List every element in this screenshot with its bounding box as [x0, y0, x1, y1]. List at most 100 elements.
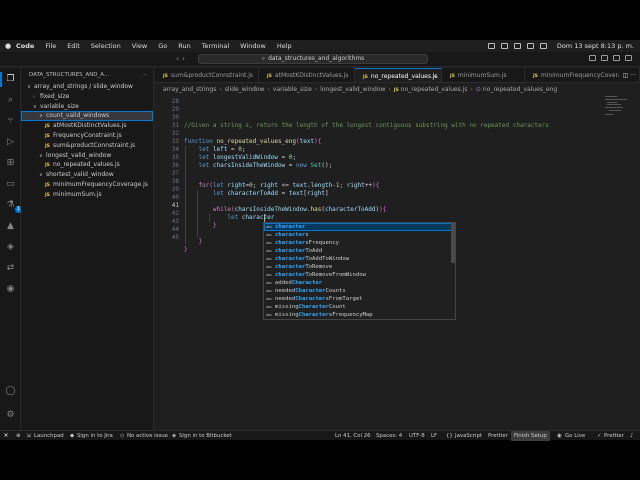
encoding[interactable]: UTF-8: [409, 431, 425, 441]
menu-file[interactable]: File: [45, 42, 56, 50]
bitbucket-icon: ◈: [172, 433, 177, 439]
close-icon[interactable]: ×: [432, 69, 437, 82]
customize-layout-icon[interactable]: [625, 55, 632, 61]
menu-code[interactable]: Code: [16, 42, 34, 50]
breadcrumb-item[interactable]: no_repeated_values_eng: [483, 86, 557, 93]
extensions-icon[interactable]: ⊞: [5, 158, 16, 169]
live-share-icon[interactable]: ⇄: [5, 263, 16, 274]
tab-1[interactable]: JS atMostKDistinctValues.js: [259, 68, 355, 82]
atlassian-icon[interactable]: ▲: [5, 221, 16, 232]
suggestion-item[interactable]: abc characterToRemoveFromWindow: [264, 271, 455, 279]
tree-folder[interactable]: ∨ count_valid_windows: [21, 111, 153, 122]
suggestion-item[interactable]: abc charactersFrequency: [264, 239, 455, 247]
menu-window[interactable]: Window: [240, 42, 266, 50]
launchpad-status[interactable]: Launchpad: [34, 431, 64, 441]
toggle-secondary-sidebar-icon[interactable]: [613, 55, 620, 61]
suggestion-item[interactable]: abc missingCharacterCount: [264, 303, 455, 311]
go-live-button[interactable]: Go Live: [565, 431, 585, 441]
more-actions-icon[interactable]: ···: [142, 68, 147, 82]
suggestion-item[interactable]: abc characterToRemove: [264, 263, 455, 271]
suggestion-item[interactable]: abc characterToAdd: [264, 247, 455, 255]
suggestion-item[interactable]: abc characters: [264, 231, 455, 239]
breadcrumb-item[interactable]: variable_size: [273, 86, 312, 93]
accounts-icon[interactable]: ◯: [5, 386, 16, 397]
tree-file[interactable]: JS atMostKDistinctValues.js: [21, 121, 153, 131]
remote-icon[interactable]: ×: [0, 431, 12, 441]
remote-explorer-icon[interactable]: ▭: [5, 179, 16, 190]
testing-icon[interactable]: ⚗ 1: [5, 200, 22, 213]
prettier-status[interactable]: Prettier: [488, 431, 508, 441]
menu-go[interactable]: Go: [158, 42, 167, 50]
chevron-right-icon: ›: [388, 86, 391, 93]
minimap[interactable]: [603, 95, 633, 135]
suggestion-item[interactable]: abc character: [264, 223, 455, 231]
menu-view[interactable]: View: [132, 42, 147, 50]
tree-file[interactable]: JS sum&productConnstraint.js: [21, 141, 153, 151]
prettier-check[interactable]: Prettier: [604, 431, 624, 441]
tree-folder[interactable]: ∨ variable_size: [21, 102, 153, 112]
tab-2[interactable]: JS no_repeated_values.js ×: [355, 68, 442, 82]
toggle-sidebar-icon[interactable]: [589, 55, 596, 61]
text-cursor: [264, 214, 265, 222]
workspace-name[interactable]: DATA_STRUCTURES_AND_A...: [29, 72, 109, 78]
menubar-clock[interactable]: Dom 13 sept 8:13 p. m.: [557, 42, 634, 50]
breadcrumb-item[interactable]: array_and_strings: [163, 86, 216, 93]
suggestion-item[interactable]: abc characterToAddToWindow: [264, 255, 455, 263]
extension-icon[interactable]: ⊕: [16, 431, 21, 441]
suggestion-item[interactable]: abc neededCharactersFromTarget: [264, 295, 455, 303]
toggle-panel-icon[interactable]: [601, 55, 608, 61]
search-icon[interactable]: [526, 43, 534, 49]
gear-icon[interactable]: ⚙: [5, 410, 16, 421]
suggest-scrollbar[interactable]: [451, 223, 455, 263]
tree-file[interactable]: JS minimumSum.js: [21, 190, 153, 200]
launchpad-icon[interactable]: ⇲: [26, 431, 31, 441]
wifi-icon[interactable]: [513, 43, 521, 49]
bell-icon[interactable]: ♪: [630, 431, 633, 441]
indentation[interactable]: Spaces: 4: [376, 431, 402, 441]
tree-file[interactable]: JS FrequencyConstraint.js: [21, 131, 153, 141]
jira-status[interactable]: Sign in to Jira: [77, 431, 113, 441]
tree-folder[interactable]: ∨ array_and_strings / slide_window: [21, 82, 153, 92]
eol[interactable]: LF: [431, 431, 437, 441]
apple-icon[interactable]: ●: [0, 42, 16, 50]
suggestion-item[interactable]: abc addedCharacter: [264, 279, 455, 287]
menu-selection[interactable]: Selection: [91, 42, 121, 50]
source-control-icon[interactable]: ⑂: [5, 116, 16, 127]
github-icon[interactable]: ◉: [5, 284, 16, 295]
breadcrumb-item[interactable]: slide_window: [225, 86, 265, 93]
tree-folder[interactable]: ∨ shortest_valid_window: [21, 170, 153, 180]
language-mode[interactable]: JavaScript: [455, 431, 482, 441]
menu-help[interactable]: Help: [277, 42, 292, 50]
control-center-icon[interactable]: [539, 43, 547, 49]
run-debug-icon[interactable]: ▷: [5, 137, 16, 148]
menu-run[interactable]: Run: [178, 42, 190, 50]
display-icon[interactable]: [487, 43, 495, 49]
chevron-right-icon: ›: [314, 86, 318, 93]
tree-folder[interactable]: ∨ longest_valid_window: [21, 151, 153, 161]
function-icon: ⊙: [475, 86, 483, 93]
bitbucket-status[interactable]: Sign in to Bitbucket: [179, 431, 232, 441]
issue-status[interactable]: No active issue: [127, 431, 168, 441]
menu-edit[interactable]: Edit: [67, 42, 80, 50]
finish-setup-button[interactable]: Finish Setup: [511, 431, 550, 441]
battery-icon[interactable]: [500, 43, 508, 49]
menu-terminal[interactable]: Terminal: [202, 42, 229, 50]
tab-0[interactable]: JS sum&productConnstraint.js: [155, 68, 259, 82]
js-file-icon: JS: [267, 74, 272, 79]
suggestion-item[interactable]: abc missingCharactersFrequencyMap: [264, 311, 455, 319]
tree-file[interactable]: JS minimumFrequencyCoverage.js: [21, 180, 153, 190]
docker-icon[interactable]: ◈: [5, 242, 16, 253]
tab-3[interactable]: JS minimumSum.js: [442, 68, 525, 82]
split-editor-icon[interactable]: ◫: [623, 72, 629, 79]
more-actions-icon[interactable]: ···: [630, 72, 636, 79]
command-center[interactable]: ⌕ data_structures_and_algorithms: [198, 54, 428, 64]
cursor-position[interactable]: Ln 41, Col 26: [335, 431, 371, 441]
suggestion-item[interactable]: abc neededCharacterCounts: [264, 287, 455, 295]
tree-folder[interactable]: › fixed_size: [21, 92, 153, 102]
search-icon[interactable]: ⌕: [5, 95, 16, 106]
explorer-icon[interactable]: ❐: [5, 74, 16, 85]
breadcrumb-item[interactable]: longest_valid_window: [320, 86, 385, 93]
breadcrumb-item[interactable]: no_repeated_values.js: [401, 86, 468, 93]
tree-file[interactable]: JS no_repeated_values.js: [21, 160, 153, 170]
nav-arrows-icon[interactable]: ‹ ›: [176, 54, 185, 63]
